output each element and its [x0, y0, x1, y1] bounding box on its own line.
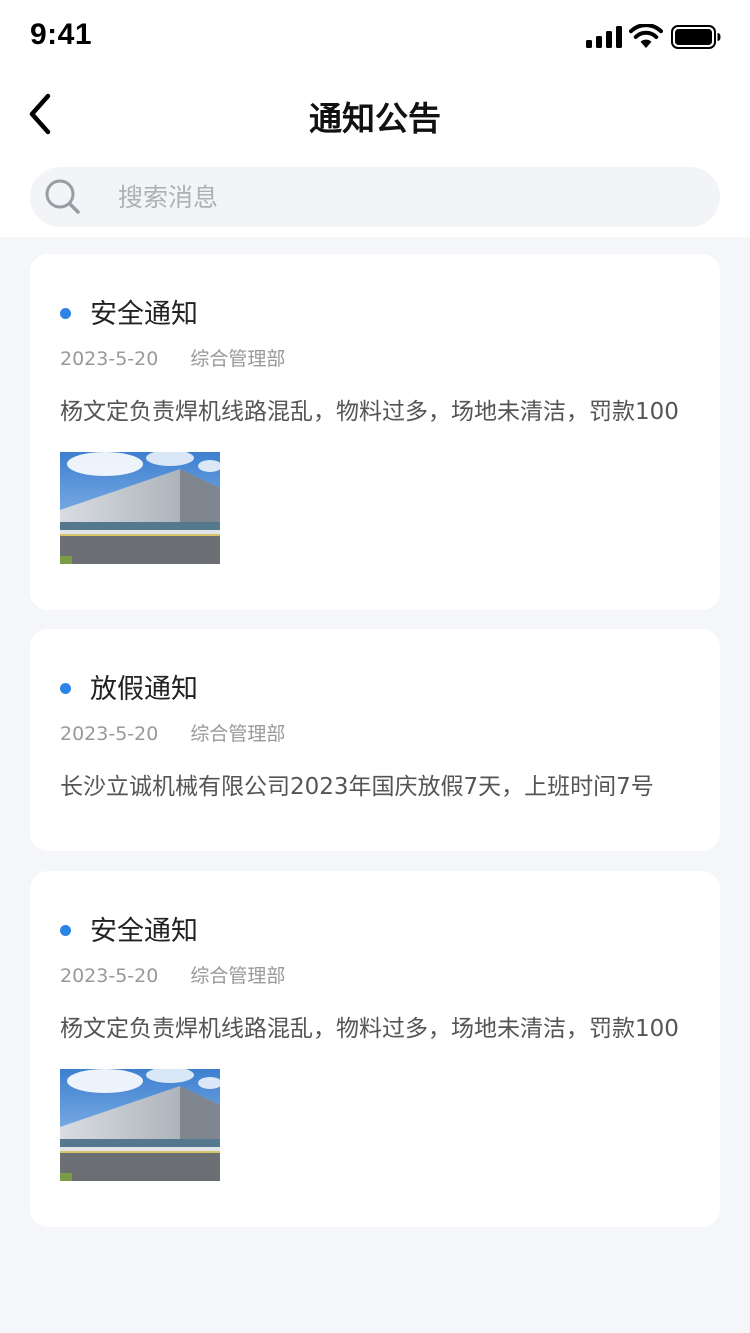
bullet-dot	[60, 308, 71, 319]
notice-meta: 2023-5-20 综合管理部	[60, 719, 285, 746]
battery-icon	[671, 25, 721, 49]
notice-meta: 2023-5-20 综合管理部	[60, 961, 285, 988]
notice-card[interactable]: 安全通知 2023-5-20 综合管理部 杨文定负责焊机线路混乱，物料过多，场地未…	[30, 254, 720, 610]
signal-icon	[586, 26, 622, 48]
notice-content: 杨文定负责焊机线路混乱，物料过多，场地未清洁，罚款100	[60, 1016, 679, 1042]
notice-meta: 2023-5-20 综合管理部	[60, 344, 285, 371]
factory-thumbnail[interactable]	[60, 452, 220, 564]
notice-date: 2023-5-20	[60, 723, 159, 745]
notice-content: 杨文定负责焊机线路混乱，物料过多，场地未清洁，罚款100	[60, 399, 679, 425]
search-icon	[45, 179, 80, 214]
wifi-icon	[629, 24, 663, 48]
status-time: 9:41	[30, 18, 93, 51]
page-title: 通知公告	[309, 99, 441, 138]
search-input[interactable]	[118, 167, 698, 227]
notice-date: 2023-5-20	[60, 348, 159, 370]
bullet-dot	[60, 925, 71, 936]
notice-date: 2023-5-20	[60, 965, 159, 987]
notice-content: 长沙立诚机械有限公司2023年国庆放假7天，上班时间7号	[60, 774, 654, 800]
notice-title: 放假通知	[90, 674, 198, 705]
notice-department: 综合管理部	[190, 965, 286, 987]
navigation-bar: 通知公告	[0, 72, 750, 156]
notice-title: 安全通知	[90, 916, 198, 947]
bullet-dot	[60, 683, 71, 694]
notice-department: 综合管理部	[190, 723, 286, 745]
notice-department: 综合管理部	[190, 348, 286, 370]
notice-card[interactable]: 安全通知 2023-5-20 综合管理部 杨文定负责焊机线路混乱，物料过多，场地未…	[30, 871, 720, 1227]
notice-card[interactable]: 放假通知 2023-5-20 综合管理部 长沙立诚机械有限公司2023年国庆放假7…	[30, 629, 720, 851]
search-bar[interactable]	[30, 167, 720, 227]
factory-thumbnail[interactable]	[60, 1069, 220, 1181]
status-bar: 9:41	[0, 0, 750, 72]
notice-title: 安全通知	[90, 299, 198, 330]
